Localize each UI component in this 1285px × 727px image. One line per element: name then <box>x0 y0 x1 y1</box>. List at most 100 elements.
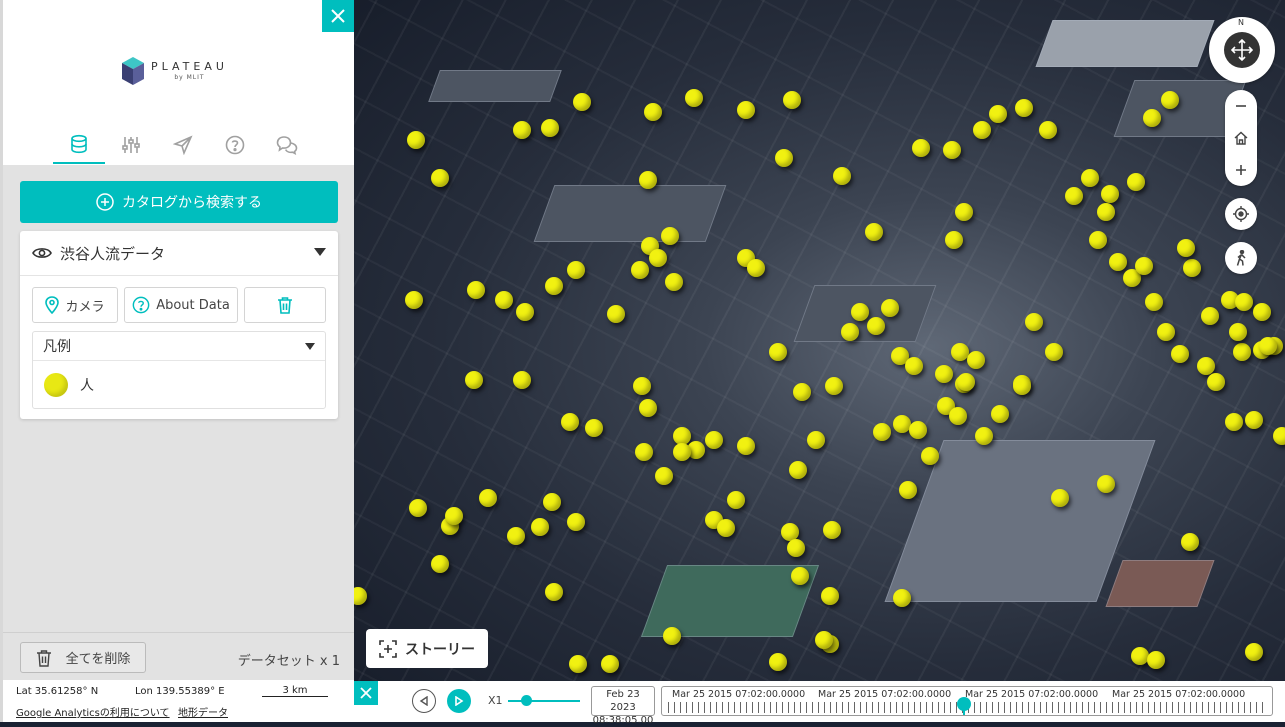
analytics-link[interactable]: Google Analyticsの利用について <box>16 704 170 719</box>
person-marker[interactable] <box>873 423 891 441</box>
person-marker[interactable] <box>1089 231 1107 249</box>
person-marker[interactable] <box>1229 323 1247 341</box>
person-marker[interactable] <box>507 527 525 545</box>
map-view[interactable]: ストーリー N <box>354 0 1285 722</box>
tab-share[interactable] <box>157 126 209 164</box>
person-marker[interactable] <box>789 461 807 479</box>
story-button[interactable]: ストーリー <box>366 629 488 668</box>
speed-slider-track[interactable] <box>508 700 580 702</box>
person-marker[interactable] <box>405 291 423 309</box>
person-marker[interactable] <box>655 467 673 485</box>
collapse-caret-icon[interactable] <box>314 248 326 256</box>
pan-control[interactable] <box>1224 32 1260 68</box>
person-marker[interactable] <box>445 507 463 525</box>
person-marker[interactable] <box>573 93 591 111</box>
person-marker[interactable] <box>825 377 843 395</box>
person-marker[interactable] <box>1233 343 1251 361</box>
person-marker[interactable] <box>513 371 531 389</box>
person-marker[interactable] <box>1039 121 1057 139</box>
person-marker[interactable] <box>467 281 485 299</box>
person-marker[interactable] <box>567 261 585 279</box>
person-marker[interactable] <box>909 421 927 439</box>
person-marker[interactable] <box>631 261 649 279</box>
person-marker[interactable] <box>905 357 923 375</box>
person-marker[interactable] <box>409 499 427 517</box>
delete-all-button[interactable]: 全てを削除 <box>20 642 146 673</box>
person-marker[interactable] <box>543 493 561 511</box>
compass[interactable]: N <box>1209 17 1275 83</box>
person-marker[interactable] <box>1273 427 1285 445</box>
person-marker[interactable] <box>569 655 587 673</box>
person-marker[interactable] <box>1013 377 1031 395</box>
person-marker[interactable] <box>601 655 619 673</box>
person-marker[interactable] <box>945 231 963 249</box>
person-marker[interactable] <box>531 518 549 536</box>
person-marker[interactable] <box>1177 239 1195 257</box>
person-marker[interactable] <box>1183 259 1201 277</box>
person-marker[interactable] <box>821 587 839 605</box>
tab-help[interactable] <box>209 126 261 164</box>
person-marker[interactable] <box>1081 169 1099 187</box>
person-marker[interactable] <box>1065 187 1083 205</box>
person-marker[interactable] <box>1245 411 1263 429</box>
tab-feedback[interactable] <box>261 126 313 164</box>
person-marker[interactable] <box>1201 307 1219 325</box>
person-marker[interactable] <box>1207 373 1225 391</box>
person-marker[interactable] <box>807 431 825 449</box>
person-marker[interactable] <box>1135 257 1153 275</box>
person-marker[interactable] <box>791 567 809 585</box>
person-marker[interactable] <box>541 119 559 137</box>
timeline-cursor-handle[interactable] <box>957 697 971 711</box>
person-marker[interactable] <box>1245 643 1263 661</box>
person-marker[interactable] <box>1127 173 1145 191</box>
zoom-in-button[interactable] <box>1225 154 1257 186</box>
person-marker[interactable] <box>639 399 657 417</box>
remove-dataset-button[interactable] <box>244 287 326 323</box>
person-marker[interactable] <box>635 443 653 461</box>
dataset-header[interactable]: 渋谷人流データ <box>20 231 338 276</box>
close-sidebar-button[interactable] <box>322 0 354 32</box>
eye-icon[interactable] <box>32 246 52 260</box>
person-marker[interactable] <box>663 627 681 645</box>
person-marker[interactable] <box>1235 293 1253 311</box>
person-marker[interactable] <box>717 519 735 537</box>
person-marker[interactable] <box>479 489 497 507</box>
person-marker[interactable] <box>1147 651 1165 669</box>
person-marker[interactable] <box>431 169 449 187</box>
person-marker[interactable] <box>705 431 723 449</box>
person-marker[interactable] <box>881 299 899 317</box>
locate-button[interactable] <box>1225 198 1257 230</box>
person-marker[interactable] <box>973 121 991 139</box>
person-marker[interactable] <box>1225 413 1243 431</box>
legend-caret-icon[interactable] <box>305 343 315 350</box>
person-marker[interactable] <box>1253 303 1271 321</box>
person-marker[interactable] <box>354 587 367 605</box>
person-marker[interactable] <box>516 303 534 321</box>
about-data-button[interactable]: About Data <box>124 287 238 323</box>
person-marker[interactable] <box>1015 99 1033 117</box>
person-marker[interactable] <box>673 443 691 461</box>
person-marker[interactable] <box>585 419 603 437</box>
person-marker[interactable] <box>639 171 657 189</box>
person-marker[interactable] <box>649 249 667 267</box>
person-marker[interactable] <box>943 141 961 159</box>
person-marker[interactable] <box>955 203 973 221</box>
person-marker[interactable] <box>661 227 679 245</box>
person-marker[interactable] <box>1157 323 1175 341</box>
person-marker[interactable] <box>495 291 513 309</box>
tab-data[interactable] <box>53 126 105 164</box>
person-marker[interactable] <box>787 539 805 557</box>
person-marker[interactable] <box>1025 313 1043 331</box>
person-marker[interactable] <box>1097 203 1115 221</box>
person-marker[interactable] <box>1051 489 1069 507</box>
speed-slider-handle[interactable] <box>521 695 532 706</box>
zoom-out-button[interactable] <box>1225 90 1257 122</box>
person-marker[interactable] <box>957 373 975 391</box>
person-marker[interactable] <box>607 305 625 323</box>
person-marker[interactable] <box>1143 109 1161 127</box>
person-marker[interactable] <box>545 277 563 295</box>
person-marker[interactable] <box>769 653 787 671</box>
timeline-track[interactable]: Mar 25 2015 07:02:00.0000 Mar 25 2015 07… <box>661 686 1273 716</box>
person-marker[interactable] <box>769 343 787 361</box>
person-marker[interactable] <box>633 377 651 395</box>
